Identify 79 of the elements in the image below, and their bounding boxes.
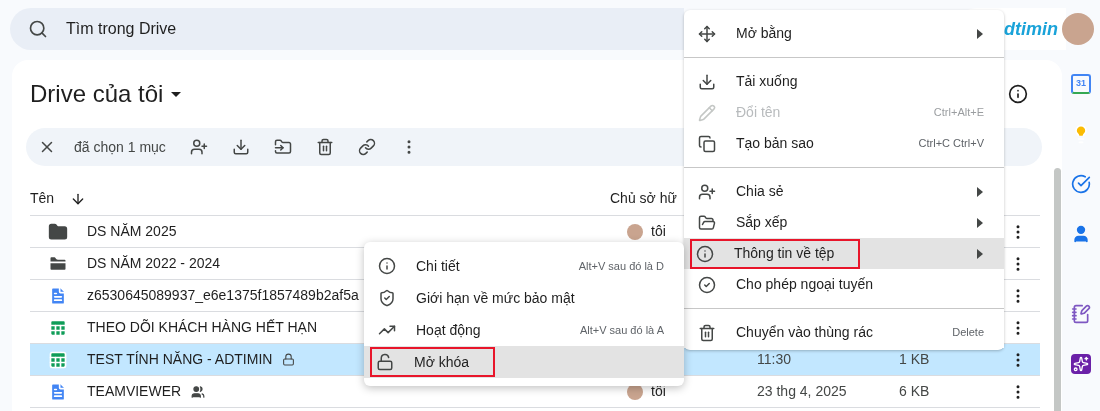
file-name: TEST TÍNH NĂNG - ADTIMIN bbox=[87, 350, 273, 369]
trash-icon[interactable] bbox=[315, 138, 334, 156]
spreadsheet-icon bbox=[48, 349, 68, 370]
menu-item[interactable]: Chia sẻ bbox=[684, 176, 1004, 207]
submenu-arrow-icon bbox=[976, 186, 984, 197]
owner-cell-text: tôi bbox=[651, 222, 666, 241]
menu-item[interactable]: Cho phép ngoại tuyến bbox=[684, 269, 1004, 300]
menu-item[interactable]: Mở khóa bbox=[364, 346, 684, 378]
submenu-arrow-icon bbox=[976, 217, 984, 228]
notebook-icon[interactable] bbox=[1071, 304, 1091, 324]
menu-item-label: Sắp xếp bbox=[736, 213, 788, 232]
owner-avatar bbox=[627, 223, 643, 240]
menu-item-label: Chia sẻ bbox=[736, 182, 784, 201]
menu-item-label: Hoạt động bbox=[416, 320, 481, 340]
menu-item-label: Tạo bản sao bbox=[736, 134, 814, 153]
submenu-arrow-icon bbox=[976, 28, 984, 39]
tasks-icon[interactable] bbox=[1071, 174, 1091, 194]
info-icon[interactable] bbox=[1008, 84, 1028, 104]
column-header[interactable]: Tên bbox=[30, 188, 70, 209]
menu-item-label: Chi tiết bbox=[416, 256, 460, 276]
calendar-icon[interactable]: 31 bbox=[1071, 74, 1091, 94]
shortcut-label: Delete bbox=[952, 325, 984, 341]
menu-item[interactable]: Thông tin về tệp bbox=[684, 238, 1004, 269]
menu-item[interactable]: Hoạt động Alt+V sau đó là A bbox=[364, 314, 684, 346]
move-folder-icon[interactable] bbox=[273, 138, 292, 156]
menu-item[interactable]: Chi tiết Alt+V sau đó là D bbox=[364, 250, 684, 282]
folder-icon bbox=[698, 213, 716, 232]
menu-item[interactable]: Tải xuống bbox=[684, 66, 1004, 97]
size-cell: 1 KB bbox=[899, 351, 930, 367]
copy-icon bbox=[698, 134, 716, 153]
page-title: Drive của tôi bbox=[30, 79, 164, 109]
menu-item[interactable]: Sắp xếp bbox=[684, 207, 1004, 238]
check-circle-icon bbox=[698, 275, 716, 294]
shortcut-label: Ctrl+Alt+E bbox=[933, 105, 984, 121]
folder-icon bbox=[48, 221, 68, 242]
menu-item-label: Chuyển vào thùng rác bbox=[736, 323, 873, 342]
menu-item[interactable]: Giới hạn về mức bảo mật bbox=[364, 282, 684, 314]
file-name: DS NĂM 2025 bbox=[87, 222, 177, 241]
sparkle-icon[interactable] bbox=[1071, 354, 1091, 374]
shortcut-label: Ctrl+C Ctrl+V bbox=[918, 136, 984, 152]
dropdown-caret-icon[interactable] bbox=[171, 91, 182, 97]
size-cell: 6 KB bbox=[899, 383, 930, 399]
info-icon bbox=[696, 244, 714, 263]
menu-item-label: Giới hạn về mức bảo mật bbox=[416, 288, 575, 308]
file-name: DS NĂM 2022 - 2024 bbox=[87, 254, 221, 273]
pencil-icon bbox=[698, 103, 716, 122]
add-person-icon bbox=[698, 182, 716, 201]
shield-icon bbox=[378, 289, 396, 307]
file-name: z6530645089937_e6e1375f1857489b2af5a bbox=[87, 286, 359, 305]
menu-item-label: Mở bằng bbox=[736, 24, 792, 43]
menu-item[interactable]: Chuyển vào thùng rác Delete bbox=[684, 317, 1004, 348]
menu-item-label: Tải xuống bbox=[736, 72, 798, 91]
download-icon bbox=[698, 72, 716, 91]
file-name: TEAMVIEWER bbox=[87, 382, 182, 401]
menu-item-label: Mở khóa bbox=[414, 352, 470, 372]
date-cell: 23 thg 4, 2025 bbox=[757, 383, 847, 399]
file-name: THEO DÕI KHÁCH HÀNG HẾT HẠN bbox=[87, 318, 317, 337]
download-icon[interactable] bbox=[231, 138, 250, 156]
menu-item[interactable]: Mở bằng bbox=[684, 18, 1004, 49]
menu-item[interactable]: Tạo bản sao Ctrl+C Ctrl+V bbox=[684, 128, 1004, 159]
search-icon bbox=[28, 19, 48, 39]
menu-item-label: Cho phép ngoại tuyến bbox=[736, 275, 873, 294]
link-icon[interactable] bbox=[357, 138, 376, 156]
selection-count: đã chọn 1 mục bbox=[74, 137, 166, 157]
share-icon[interactable] bbox=[189, 138, 208, 156]
unlock-icon bbox=[376, 353, 394, 371]
search-input[interactable]: Tìm trong Drive bbox=[66, 17, 566, 41]
shortcut-label: Alt+V sau đó là A bbox=[579, 322, 664, 338]
trash-icon bbox=[698, 323, 716, 342]
move-icon bbox=[698, 24, 716, 43]
search-bar[interactable]: Tìm trong Drive bbox=[10, 8, 684, 50]
shortcut-label: Alt+V sau đó là D bbox=[578, 258, 664, 274]
person-icon[interactable] bbox=[1071, 224, 1091, 244]
menu-item-label: Đổi tên bbox=[736, 103, 781, 122]
column-header[interactable]: Chủ sở hữ bbox=[610, 188, 677, 209]
scrollbar[interactable] bbox=[1054, 168, 1061, 411]
info-icon bbox=[378, 257, 396, 275]
date-cell: 11:30 bbox=[757, 351, 791, 367]
submenu-arrow-icon bbox=[976, 248, 984, 259]
